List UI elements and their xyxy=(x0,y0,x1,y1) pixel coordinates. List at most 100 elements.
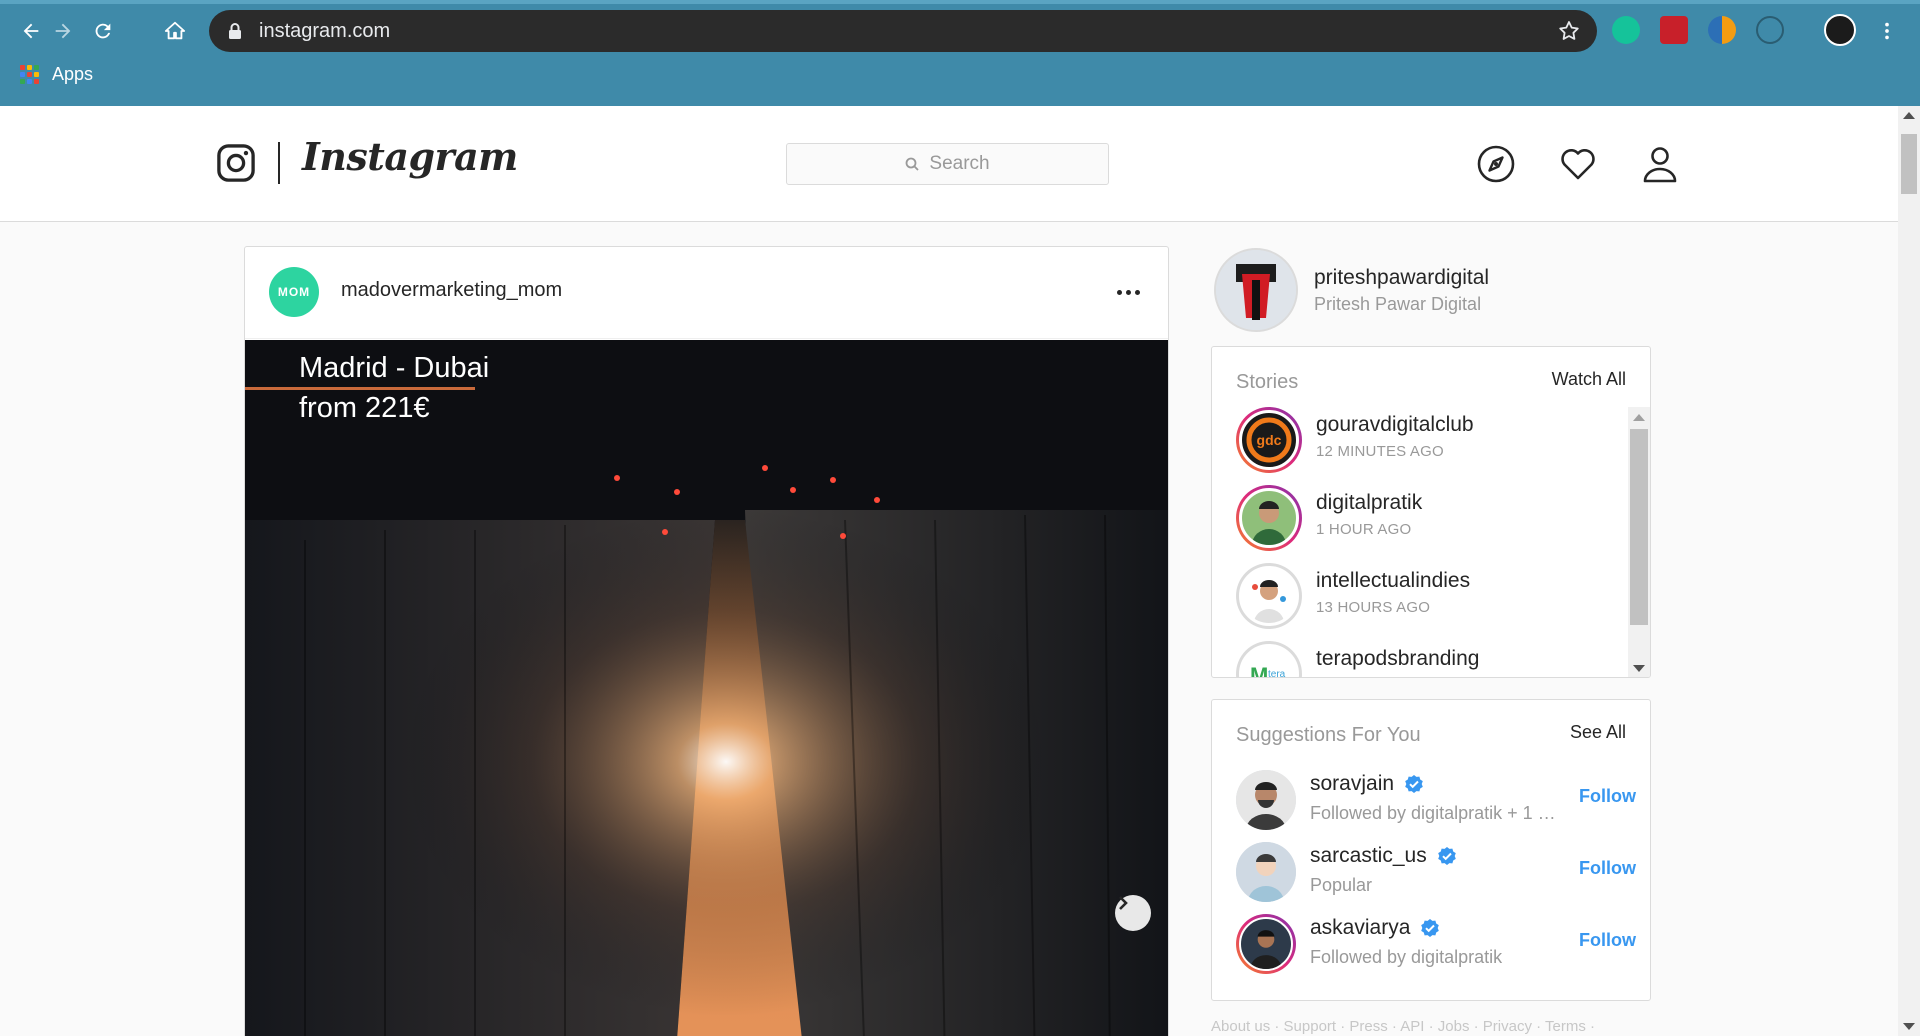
story-item[interactable]: digitalpratik 1 HOUR AGO xyxy=(1236,485,1616,555)
story-time: 13 HOURS AGO xyxy=(1316,599,1431,616)
story-ring-seen: Mtera xyxy=(1236,641,1302,677)
page-scroll-thumb[interactable] xyxy=(1901,134,1917,194)
feed-post: MOM madovermarketing_mom Madrid - Dubai … xyxy=(244,246,1169,1036)
suggestion-reason: Followed by digitalpratik + 1 more xyxy=(1310,803,1560,823)
story-item[interactable]: intellectualindies 13 HOURS AGO xyxy=(1236,563,1616,633)
suggestion-username-text: sarcastic_us xyxy=(1310,844,1427,867)
search-input[interactable]: Search xyxy=(786,143,1109,185)
story-ring xyxy=(1236,485,1302,551)
follow-button[interactable]: Follow xyxy=(1579,858,1636,879)
circle-extension-icon[interactable] xyxy=(1756,16,1784,44)
forward-button[interactable] xyxy=(46,14,80,48)
more-dot xyxy=(1125,289,1131,295)
bookmarks-apps[interactable]: Apps xyxy=(20,64,93,85)
stories-scrollbar[interactable] xyxy=(1628,407,1650,677)
watch-all-link[interactable]: Watch All xyxy=(1552,369,1626,390)
post-overlay-price: from 221€ xyxy=(299,392,430,424)
story-avatar: Mtera xyxy=(1239,644,1299,677)
person-photo-icon xyxy=(1236,770,1296,830)
scroll-down-arrow-icon[interactable] xyxy=(1633,665,1645,672)
carousel-next-button[interactable] xyxy=(1115,895,1151,931)
avatar-illustration xyxy=(1216,250,1296,330)
suggestion-avatar-story-ring[interactable] xyxy=(1236,914,1296,974)
url-text: instagram.com xyxy=(259,20,391,42)
person-illustration-icon xyxy=(1236,842,1296,902)
logo-divider xyxy=(278,142,280,184)
search-placeholder: Search xyxy=(929,153,990,174)
suggestion-avatar[interactable] xyxy=(1236,842,1296,902)
verified-badge-icon xyxy=(1437,847,1456,865)
story-item[interactable]: Mtera terapodsbranding xyxy=(1236,641,1616,677)
grammarly-extension-icon[interactable] xyxy=(1612,16,1640,44)
kebab-menu-icon xyxy=(1885,22,1889,40)
terapods-logo-icon: Mtera xyxy=(1250,663,1286,677)
story-avatar: gdc xyxy=(1239,410,1299,470)
suggestion-username[interactable]: askaviarya xyxy=(1310,916,1440,940)
current-user: priteshpawardigital Pritesh Pawar Digita… xyxy=(1214,246,1694,336)
profile-person-icon[interactable] xyxy=(1640,144,1680,184)
story-ring: gdc xyxy=(1236,407,1302,473)
heart-activity-icon[interactable] xyxy=(1558,144,1598,184)
story-username: terapodsbranding xyxy=(1316,647,1480,670)
instagram-camera-icon[interactable] xyxy=(217,144,255,182)
svg-text:gdc: gdc xyxy=(1257,432,1282,448)
post-more-options-button[interactable] xyxy=(1108,277,1148,307)
suggestion-username[interactable]: soravjain xyxy=(1310,772,1424,796)
follow-button[interactable]: Follow xyxy=(1579,786,1636,807)
current-username[interactable]: priteshpawardigital xyxy=(1314,266,1489,290)
colorful-extension-icon[interactable] xyxy=(1708,16,1736,44)
stories-scroll-thumb[interactable] xyxy=(1630,429,1648,625)
instagram-header: Instagram Search xyxy=(0,106,1898,222)
home-button[interactable] xyxy=(158,14,192,48)
verified-badge-icon xyxy=(1405,775,1423,793)
see-all-link[interactable]: See All xyxy=(1570,722,1626,743)
post-author-username[interactable]: madovermarketing_mom xyxy=(341,279,562,302)
story-avatar xyxy=(1239,488,1299,548)
post-image[interactable]: Madrid - Dubai from 221€ xyxy=(245,340,1168,1036)
user-profile-avatar[interactable] xyxy=(1824,14,1856,46)
suggestion-item: askaviarya Followed by digitalpratik Fol… xyxy=(1236,914,1636,978)
pdf-extension-icon[interactable] xyxy=(1660,16,1688,44)
scroll-up-arrow-icon[interactable] xyxy=(1903,112,1915,119)
search-icon xyxy=(905,157,920,171)
story-username: intellectualindies xyxy=(1316,569,1471,592)
browser-menu-button[interactable] xyxy=(1870,14,1904,48)
current-user-fullname: Pritesh Pawar Digital xyxy=(1314,294,1482,314)
current-user-avatar[interactable] xyxy=(1214,248,1298,332)
compass-explore-icon[interactable] xyxy=(1476,144,1516,184)
tab-strip-edge xyxy=(0,0,1920,4)
scroll-down-arrow-icon[interactable] xyxy=(1903,1023,1915,1030)
follow-button[interactable]: Follow xyxy=(1579,930,1636,951)
person-photo-icon xyxy=(1252,501,1286,545)
suggestions-title: Suggestions For You xyxy=(1236,724,1421,746)
suggestion-item: sarcastic_us Popular Follow xyxy=(1236,842,1636,906)
suggestion-reason: Followed by digitalpratik xyxy=(1310,947,1503,967)
footer-links[interactable]: About us · Support · Press · API · Jobs … xyxy=(1211,1018,1595,1035)
bookmark-star-icon[interactable] xyxy=(1557,19,1581,43)
suggestion-username[interactable]: sarcastic_us xyxy=(1310,844,1457,868)
address-bar[interactable]: instagram.com xyxy=(209,10,1597,52)
story-ring-seen xyxy=(1236,563,1302,629)
story-avatar xyxy=(1239,566,1299,626)
page-scrollbar[interactable] xyxy=(1898,106,1920,1036)
gdc-logo-icon: gdc xyxy=(1246,417,1292,463)
chevron-right-icon xyxy=(1119,896,1128,910)
more-dots-icon xyxy=(1116,289,1122,295)
story-time: 12 MINUTES AGO xyxy=(1316,443,1444,460)
post-header: MOM madovermarketing_mom xyxy=(245,247,1168,339)
story-item[interactable]: gdc gouravdigitalclub 12 MINUTES AGO xyxy=(1236,407,1616,477)
scroll-up-arrow-icon[interactable] xyxy=(1633,414,1645,421)
post-author-avatar[interactable]: MOM xyxy=(269,267,319,317)
stories-card: Stories Watch All gdc gouravdigitalclub … xyxy=(1211,346,1651,678)
person-photo-icon xyxy=(1239,917,1293,971)
person-illustration-icon xyxy=(1252,580,1286,623)
suggestion-username-text: soravjain xyxy=(1310,772,1395,795)
more-dot xyxy=(1134,289,1140,295)
city-skyline-photo xyxy=(245,340,1168,1036)
reload-icon xyxy=(95,23,111,39)
reload-button[interactable] xyxy=(86,14,120,48)
arrow-left-icon xyxy=(23,23,39,39)
instagram-wordmark[interactable]: Instagram xyxy=(302,134,518,179)
suggestion-avatar[interactable] xyxy=(1236,770,1296,830)
back-button[interactable] xyxy=(14,14,48,48)
